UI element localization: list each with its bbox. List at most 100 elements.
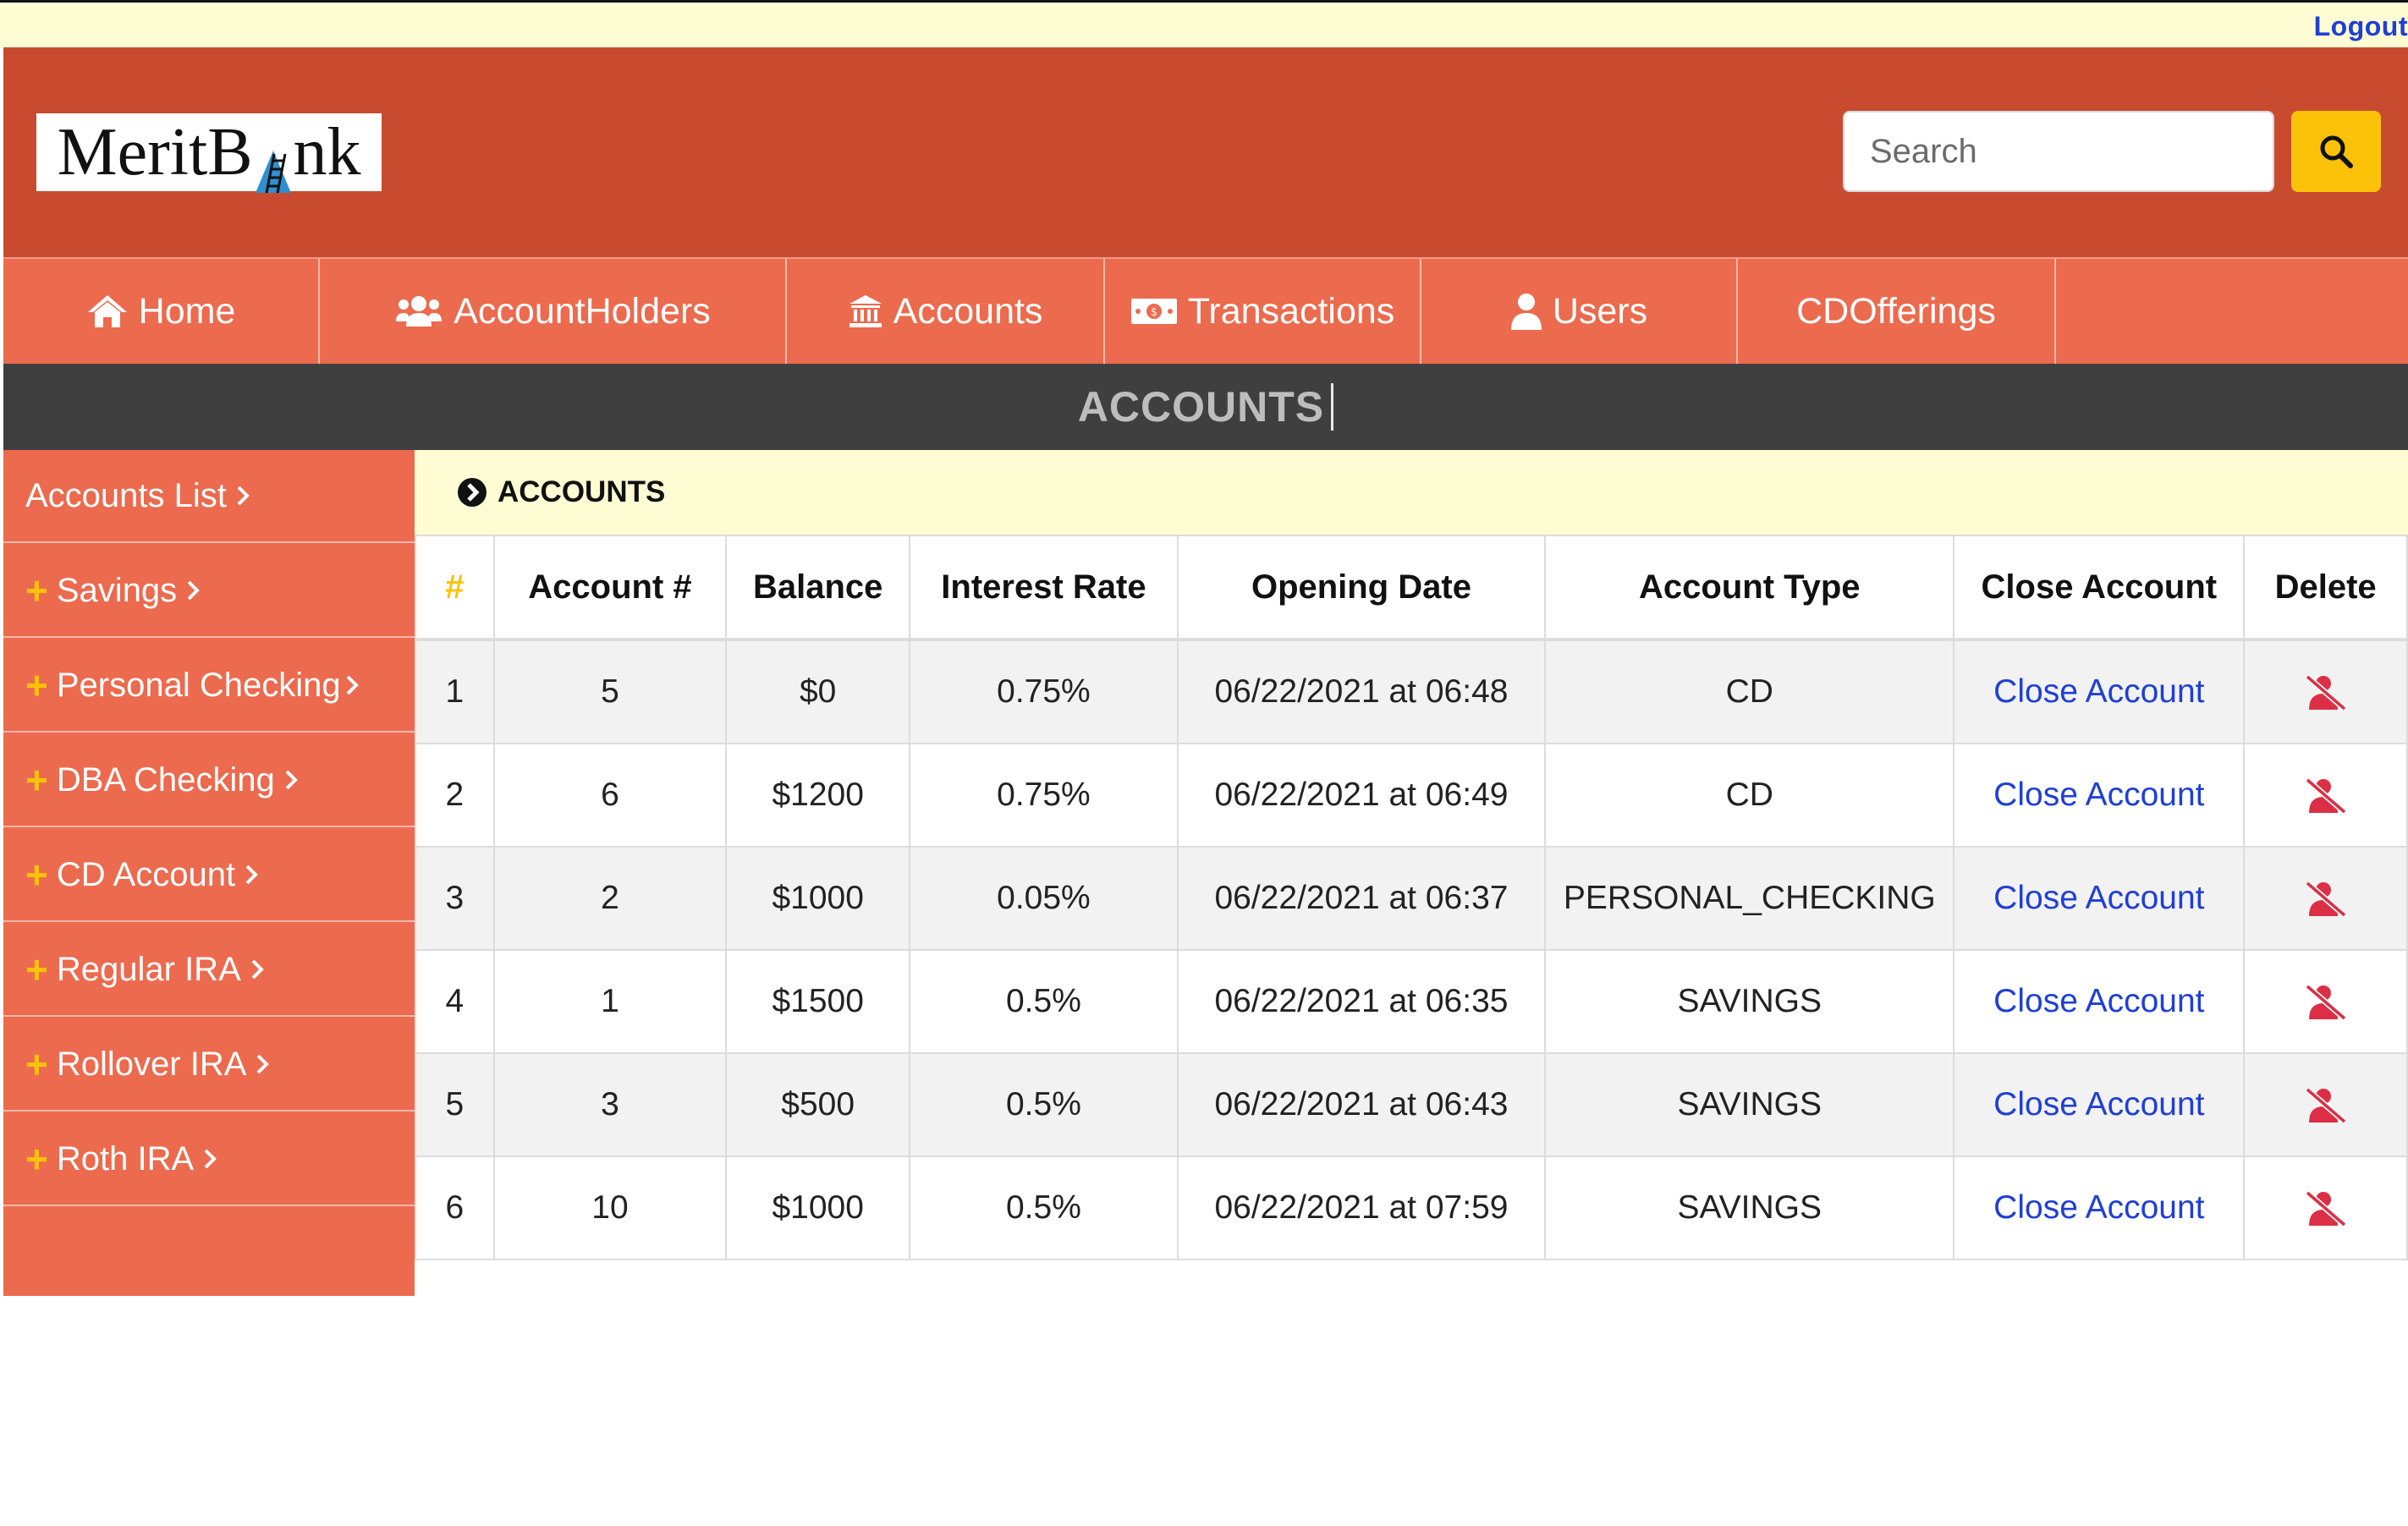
cell-delete	[2243, 846, 2408, 951]
search-button[interactable]	[2291, 111, 2381, 192]
logo-ladder-a-icon	[254, 139, 293, 194]
nav-accountholders[interactable]: AccountHolders	[320, 259, 787, 364]
column-header-close-account: Close Account	[1953, 535, 2246, 641]
user-slash-icon	[2305, 674, 2346, 711]
cell-index: 1	[415, 639, 495, 744]
column-header-index: #	[415, 535, 495, 641]
cell-account-type: SAVINGS	[1544, 949, 1955, 1054]
nav-users[interactable]: Users	[1421, 259, 1738, 364]
close-account-link[interactable]: Close Account	[1993, 777, 2204, 813]
plus-icon: +	[25, 853, 48, 897]
cell-interest-rate: 0.75%	[909, 743, 1179, 848]
chevron-right-icon	[346, 675, 359, 695]
users-icon	[396, 296, 443, 327]
close-account-link[interactable]: Close Account	[1993, 983, 2204, 1019]
cell-close-account: Close Account	[1953, 743, 2246, 848]
sidebar-item-label: DBA Checking	[56, 760, 275, 799]
meritbank-logo[interactable]: MeritB nk	[36, 113, 382, 194]
nav-home[interactable]: Home	[3, 259, 320, 364]
cell-index: 4	[415, 949, 495, 1054]
search-input[interactable]	[1843, 111, 2274, 192]
delete-button[interactable]	[2305, 674, 2347, 711]
cell-interest-rate: 0.05%	[909, 846, 1179, 951]
plus-icon: +	[25, 663, 48, 707]
nav-accountholders-label: AccountHolders	[454, 290, 711, 332]
cell-opening-date: 06/22/2021 at 06:37	[1176, 846, 1547, 951]
sidebar-item-cd-account[interactable]: + CD Account	[3, 829, 415, 922]
sidebar-item-label: Roth IRA	[56, 1139, 195, 1177]
sidebar-item-personal-checking[interactable]: + Personal Checking	[3, 639, 415, 733]
cell-opening-date: 06/22/2021 at 06:48	[1176, 639, 1547, 744]
chevron-right-icon	[285, 770, 298, 790]
delete-button[interactable]	[2305, 1087, 2347, 1124]
cell-account-number: 3	[492, 1052, 728, 1157]
cell-opening-date: 06/22/2021 at 07:59	[1176, 1155, 1547, 1260]
table-row: 3 2 $1000 0.05% 06/22/2021 at 06:37 PERS…	[415, 846, 2408, 951]
search-icon	[2320, 135, 2353, 168]
user-slash-icon	[2305, 984, 2346, 1021]
svg-text:$: $	[1151, 306, 1157, 319]
user-icon	[1510, 294, 1542, 330]
delete-button[interactable]	[2305, 984, 2347, 1021]
sidebar-item-regular-ira[interactable]: + Regular IRA	[3, 924, 415, 1017]
cell-balance: $0	[725, 639, 911, 744]
cell-account-type: CD	[1544, 639, 1955, 744]
sidebar-item-roth-ira[interactable]: + Roth IRA	[3, 1113, 415, 1206]
delete-button[interactable]	[2305, 881, 2347, 918]
close-account-link[interactable]: Close Account	[1993, 1189, 2204, 1226]
table-row: 1 5 $0 0.75% 06/22/2021 at 06:48 CD Clos…	[415, 639, 2408, 744]
table-row: 6 10 $1000 0.5% 06/22/2021 at 07:59 SAVI…	[415, 1155, 2408, 1260]
delete-button[interactable]	[2305, 777, 2347, 815]
cell-interest-rate: 0.5%	[909, 1155, 1179, 1260]
cell-balance: $1200	[725, 743, 911, 848]
cell-balance: $1500	[725, 949, 911, 1054]
cell-delete	[2243, 743, 2408, 848]
nav-cdofferings[interactable]: CDOfferings	[1738, 259, 2056, 364]
chevron-circle-right-icon	[458, 478, 487, 507]
cell-interest-rate: 0.5%	[909, 949, 1179, 1054]
chevron-right-icon	[204, 1149, 217, 1169]
nav-accounts-label: Accounts	[893, 290, 1043, 332]
column-header-opening-date: Opening Date	[1176, 535, 1547, 641]
sidebar-item-accounts-list[interactable]: Accounts List	[3, 450, 415, 543]
sidebar-item-rollover-ira[interactable]: + Rollover IRA	[3, 1018, 415, 1112]
nav-transactions-label: Transactions	[1187, 290, 1395, 332]
sidebar-item-savings[interactable]: + Savings	[3, 545, 415, 638]
plus-icon: +	[25, 1042, 48, 1086]
table-row: 5 3 $500 0.5% 06/22/2021 at 06:43 SAVING…	[415, 1052, 2408, 1157]
cell-index: 3	[415, 846, 495, 951]
logout-link[interactable]: Logout	[2314, 11, 2408, 42]
plus-icon: +	[25, 947, 48, 991]
nav-accounts[interactable]: Accounts	[787, 259, 1105, 364]
sidebar-item-label: Regular IRA	[56, 950, 241, 988]
column-header-balance: Balance	[725, 535, 911, 641]
close-account-link[interactable]: Close Account	[1993, 1086, 2204, 1123]
chevron-right-icon	[187, 580, 201, 601]
cell-interest-rate: 0.75%	[909, 639, 1179, 744]
cell-delete	[2243, 1052, 2408, 1157]
column-header-interest-rate: Interest Rate	[909, 535, 1179, 641]
cell-account-type: SAVINGS	[1544, 1052, 1955, 1157]
cell-account-number: 1	[492, 949, 728, 1054]
cell-index: 6	[415, 1155, 495, 1260]
cell-account-number: 6	[492, 743, 728, 848]
close-account-link[interactable]: Close Account	[1993, 880, 2204, 916]
user-slash-icon	[2305, 1190, 2346, 1227]
sidebar-item-label: Personal Checking	[56, 666, 341, 704]
accounts-table: # Account # Balance Interest Rate Openin…	[415, 535, 2408, 1260]
nav-transactions[interactable]: $ Transactions	[1105, 259, 1421, 364]
nav-users-label: Users	[1552, 290, 1648, 332]
cell-balance: $500	[725, 1052, 911, 1157]
cell-delete	[2243, 639, 2408, 744]
sidebar-item-label: Savings	[56, 571, 178, 609]
close-account-link[interactable]: Close Account	[1993, 673, 2204, 710]
table-row: 2 6 $1200 0.75% 06/22/2021 at 06:49 CD C…	[415, 743, 2408, 848]
plus-icon: +	[25, 758, 48, 802]
sidebar-item-dba-checking[interactable]: + DBA Checking	[3, 734, 415, 827]
cell-balance: $1000	[725, 1155, 911, 1260]
cell-account-number: 5	[492, 639, 728, 744]
delete-button[interactable]	[2305, 1190, 2347, 1227]
cell-index: 2	[415, 743, 495, 848]
chevron-right-icon	[251, 959, 264, 980]
user-slash-icon	[2305, 881, 2346, 918]
